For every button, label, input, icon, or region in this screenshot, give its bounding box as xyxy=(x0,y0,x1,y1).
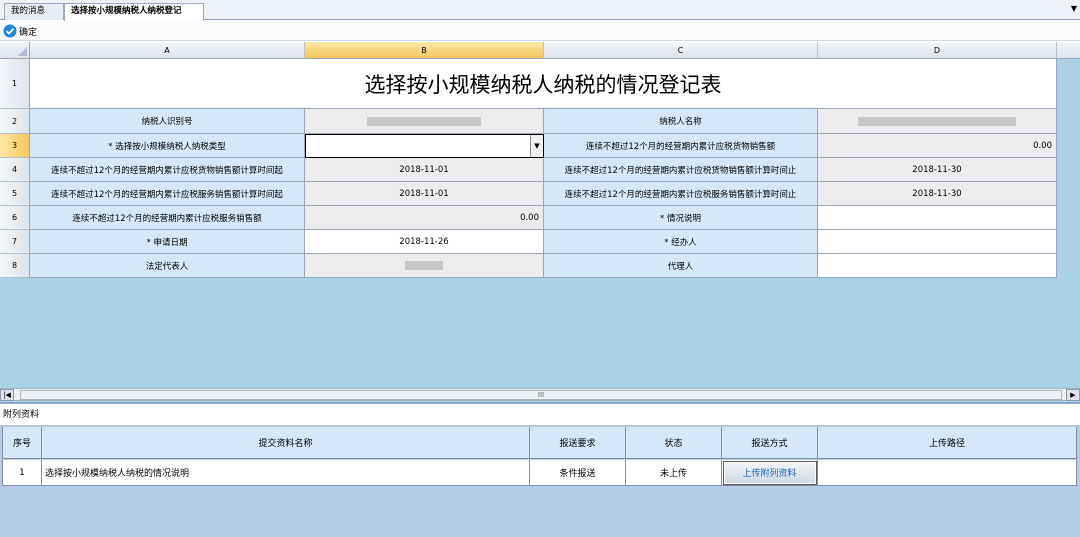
goods-period-start-label: 连续不超过12个月的经营期内累计应税货物销售额计算时间起 xyxy=(30,158,305,182)
upload-attachment-button[interactable]: 上传附列资料 xyxy=(722,460,817,485)
goods-period-start-value: 2018-11-01 xyxy=(305,158,544,182)
taxpayer-type-select[interactable]: ▼ xyxy=(305,134,544,158)
row-status: 未上传 xyxy=(626,460,722,486)
row-header-6[interactable]: 6 xyxy=(0,206,30,230)
redacted-block xyxy=(405,261,443,270)
situation-note-input[interactable] xyxy=(818,206,1057,230)
row-header-2[interactable]: 2 xyxy=(0,109,30,134)
taxpayer-id-value xyxy=(305,109,544,134)
service-period-end-label: 连续不超过12个月的经营期内累计应税服务销售额计算时间止 xyxy=(544,182,818,206)
legal-rep-value xyxy=(305,254,544,278)
row-header-8[interactable]: 8 xyxy=(0,254,30,278)
service-sales-label: 连续不超过12个月的经营期内累计应税服务销售额 xyxy=(30,206,305,230)
header-upload-path: 上传路径 xyxy=(818,427,1077,459)
row-header-4[interactable]: 4 xyxy=(0,158,30,182)
row-no: 1 xyxy=(2,460,42,486)
row-requirement: 条件报送 xyxy=(530,460,626,486)
horizontal-scrollbar[interactable]: |◀ III ▶ xyxy=(0,388,1080,401)
column-header-d[interactable]: D xyxy=(818,42,1057,59)
agent-label: 代理人 xyxy=(544,254,818,278)
header-doc-name: 提交资料名称 xyxy=(42,427,530,459)
attachments-title: 附列资料 xyxy=(0,404,1080,426)
service-sales-value: 0.00 xyxy=(305,206,544,230)
row-doc-name: 选择按小规模纳税人纳税的情况说明 xyxy=(42,460,530,486)
header-status: 状态 xyxy=(626,427,722,459)
service-period-start-value: 2018-11-01 xyxy=(305,182,544,206)
header-no: 序号 xyxy=(2,427,42,459)
header-method: 报送方式 xyxy=(722,427,818,459)
redacted-block xyxy=(858,116,1016,126)
tab-list-dropdown-icon[interactable]: ▼ xyxy=(1071,4,1077,13)
goods-period-end-label: 连续不超过12个月的经营期内累计应税货物销售额计算时间止 xyxy=(544,158,818,182)
redacted-block xyxy=(367,116,481,126)
scroll-first-button[interactable]: |◀ xyxy=(0,389,14,401)
column-header-a[interactable]: A xyxy=(30,42,305,59)
form-title: 选择按小规模纳税人纳税的情况登记表 xyxy=(30,59,1057,109)
attachments-section: 附列资料 序号 提交资料名称 报送要求 状态 报送方式 上传路径 1 选择按小规… xyxy=(0,402,1080,537)
column-header-b[interactable]: B xyxy=(305,42,544,59)
tab-my-messages[interactable]: 我的消息 xyxy=(4,3,64,20)
agent-input[interactable] xyxy=(818,254,1057,278)
handler-input[interactable] xyxy=(818,230,1057,254)
scroll-grip: III xyxy=(537,391,545,399)
apply-date-label: * 申请日期 xyxy=(30,230,305,254)
row-header-7[interactable]: 7 xyxy=(0,230,30,254)
taxpayer-name-value xyxy=(818,109,1057,134)
row-upload-path[interactable] xyxy=(818,460,1077,486)
service-period-start-label: 连续不超过12个月的经营期内累计应税服务销售额计算时间起 xyxy=(30,182,305,206)
tab-small-scale-registration[interactable]: 选择按小规模纳税人纳税登记 xyxy=(64,3,204,21)
column-header-extra xyxy=(1057,42,1080,59)
service-period-end-value: 2018-11-30 xyxy=(818,182,1057,206)
row-header-3[interactable]: 3 xyxy=(0,134,30,158)
taxpayer-id-label: 纳税人识别号 xyxy=(30,109,305,134)
row-method-cell: 上传附列资料 xyxy=(722,460,818,486)
confirm-button[interactable]: 确定 xyxy=(3,23,37,39)
header-requirement: 报送要求 xyxy=(530,427,626,459)
goods-sales-label: 连续不超过12个月的经营期内累计应税货物销售额 xyxy=(544,134,818,158)
taxpayer-name-label: 纳税人名称 xyxy=(544,109,818,134)
goods-period-end-value: 2018-11-30 xyxy=(818,158,1057,182)
legal-rep-label: 法定代表人 xyxy=(30,254,305,278)
taxpayer-type-label: * 选择按小规模纳税人纳税类型 xyxy=(30,134,305,158)
handler-label: * 经办人 xyxy=(544,230,818,254)
goods-sales-value: 0.00 xyxy=(818,134,1057,158)
row-header-1[interactable]: 1 xyxy=(0,59,30,109)
apply-date-input[interactable]: 2018-11-26 xyxy=(305,230,544,254)
registration-sheet: A B C D 1 2 3 4 5 6 7 8 选择按小规模纳税人纳税的情况登记… xyxy=(0,42,1080,402)
toolbar: 确定 xyxy=(0,21,1080,41)
select-all-corner[interactable] xyxy=(0,42,30,59)
tab-bar: 我的消息 选择按小规模纳税人纳税登记 ▼ xyxy=(0,0,1080,21)
situation-note-label: * 情况说明 xyxy=(544,206,818,230)
column-header-c[interactable]: C xyxy=(544,42,818,59)
scroll-thumb[interactable]: III xyxy=(20,390,1062,400)
scroll-right-button[interactable]: ▶ xyxy=(1066,389,1080,401)
confirm-label: 确定 xyxy=(19,27,38,38)
chevron-down-icon[interactable]: ▼ xyxy=(530,135,543,157)
row-header-5[interactable]: 5 xyxy=(0,182,30,206)
check-circle-icon xyxy=(3,24,17,38)
